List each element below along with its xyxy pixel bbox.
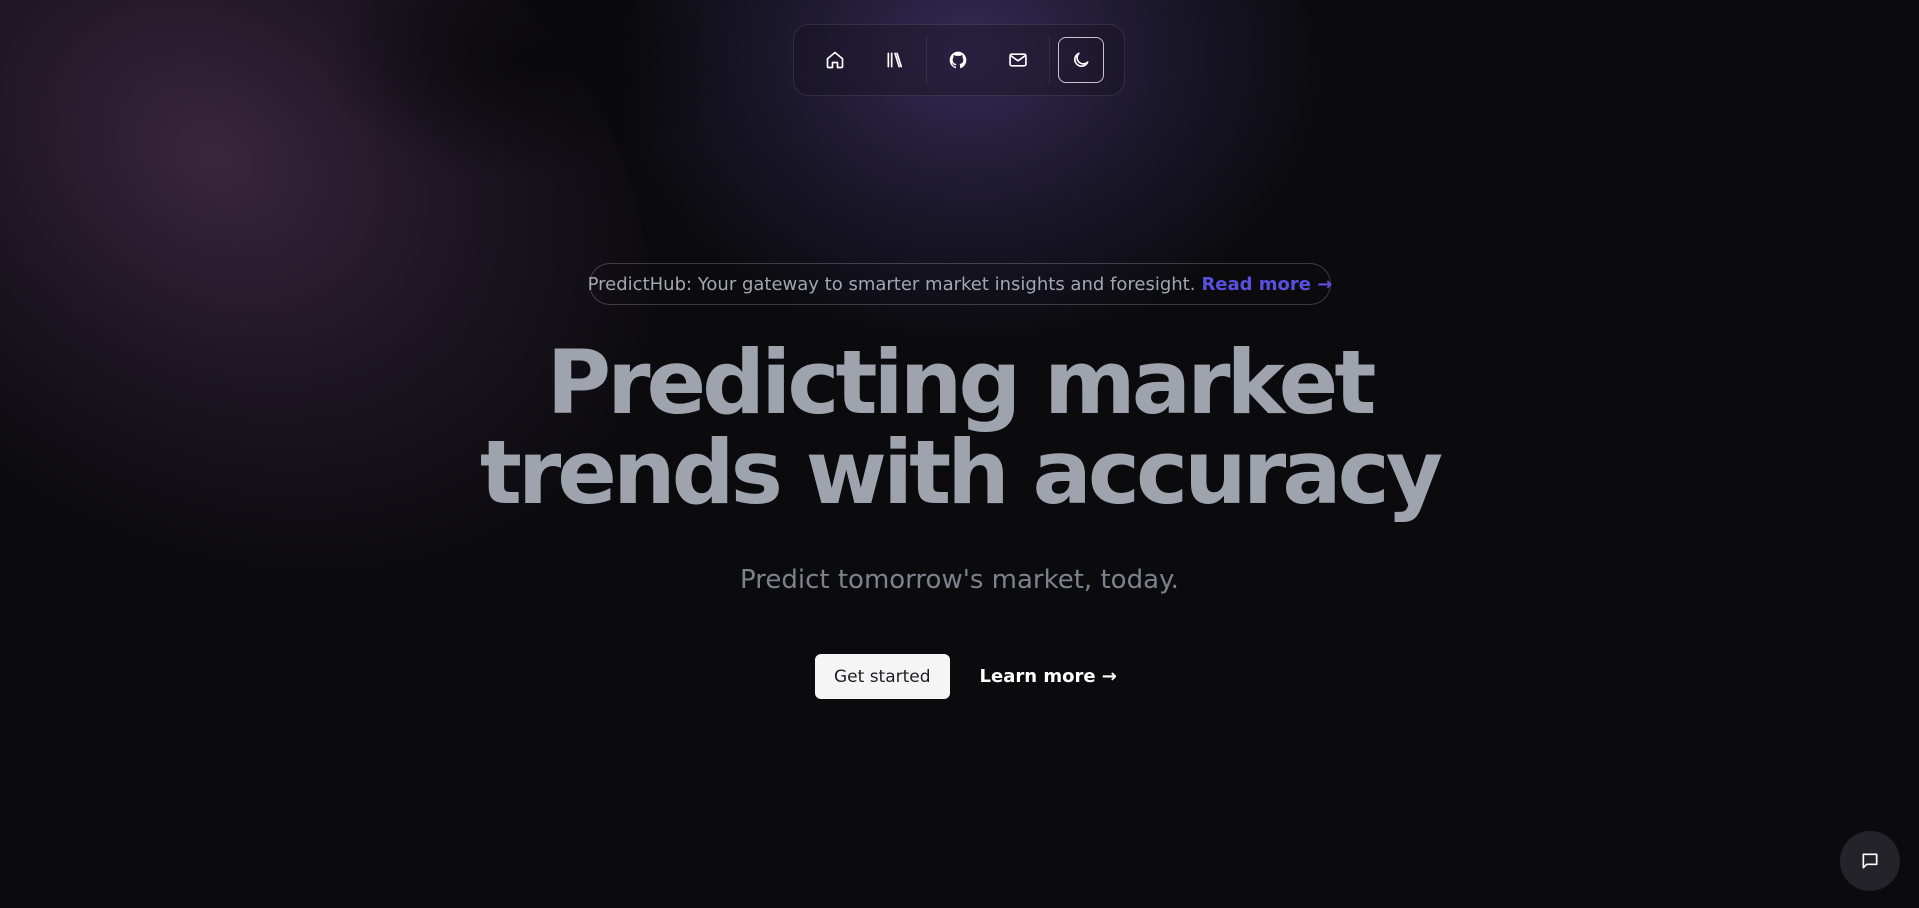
learn-more-link[interactable]: Learn more → [980, 666, 1117, 687]
announcement-banner: PredictHub: Your gateway to smarter mark… [587, 263, 1332, 305]
theme-toggle-button[interactable] [1058, 37, 1104, 83]
hero-title-line-1: Predicting market [546, 331, 1377, 434]
chat-button[interactable] [1840, 831, 1900, 891]
chat-icon [1862, 853, 1878, 869]
nav-divider [1049, 36, 1050, 84]
moon-icon [1074, 52, 1089, 67]
library-icon [887, 52, 903, 68]
nav-library-button[interactable] [872, 37, 918, 83]
github-icon [949, 51, 967, 69]
home-icon [826, 51, 844, 69]
hero-title-line-2: trends with accuracy [479, 421, 1443, 524]
read-more-link[interactable]: Read more → [1201, 274, 1332, 295]
nav-mail-button[interactable] [995, 37, 1041, 83]
hero-subtitle: Predict tomorrow's market, today. [740, 565, 1179, 595]
nav-github-button[interactable] [935, 37, 981, 83]
top-nav [793, 24, 1125, 96]
nav-divider [926, 36, 927, 84]
hero-title: Predicting market trends with accuracy [0, 338, 1919, 518]
banner-text: PredictHub: Your gateway to smarter mark… [587, 273, 1196, 295]
landing-page: PredictHub: Your gateway to smarter mark… [0, 0, 1919, 908]
get-started-button[interactable]: Get started [815, 654, 950, 699]
nav-home-button[interactable] [812, 37, 858, 83]
cta-group: Get started Learn more → [815, 654, 1117, 699]
mail-icon [1009, 53, 1027, 67]
